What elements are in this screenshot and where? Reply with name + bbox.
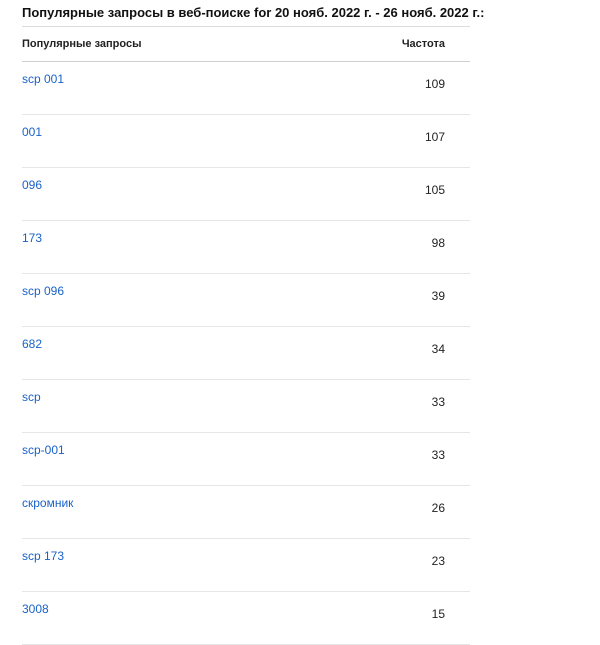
frequency-value: 105 xyxy=(362,167,470,221)
table-row: scp 173 23 xyxy=(22,538,470,592)
query-link[interactable]: 682 xyxy=(22,337,42,351)
query-link[interactable]: scp xyxy=(22,390,41,404)
panel-title: Популярные запросы в веб-поиске for 20 н… xyxy=(22,5,485,20)
frequency-value: 33 xyxy=(362,379,470,433)
table-header-row: Популярные запросы Частота xyxy=(22,26,470,62)
table-row: 173 98 xyxy=(22,220,470,274)
table-row: scp 001 109 xyxy=(22,61,470,115)
query-link[interactable]: скромник xyxy=(22,496,73,510)
query-link[interactable]: scp-001 xyxy=(22,443,65,457)
header-popular-queries: Популярные запросы xyxy=(22,26,362,62)
table-row: scp-001 33 xyxy=(22,432,470,486)
frequency-value: 33 xyxy=(362,432,470,486)
frequency-value: 15 xyxy=(362,591,470,645)
query-link[interactable]: 096 xyxy=(22,178,42,192)
query-link[interactable]: 3008 xyxy=(22,602,49,616)
table-row: 096 105 xyxy=(22,167,470,221)
table-row: scp 33 xyxy=(22,379,470,433)
frequency-value: 34 xyxy=(362,326,470,380)
query-link[interactable]: scp 001 xyxy=(22,72,64,86)
query-link[interactable]: 173 xyxy=(22,231,42,245)
popular-queries-panel: Популярные запросы в веб-поиске for 20 н… xyxy=(22,0,485,645)
frequency-value: 26 xyxy=(362,485,470,539)
frequency-value: 39 xyxy=(362,273,470,327)
frequency-value: 98 xyxy=(362,220,470,274)
table-row: 3008 15 xyxy=(22,591,470,645)
query-link[interactable]: 001 xyxy=(22,125,42,139)
table-row: scp 096 39 xyxy=(22,273,470,327)
query-link[interactable]: scp 173 xyxy=(22,549,64,563)
frequency-value: 109 xyxy=(362,61,470,115)
table-row: скромник 26 xyxy=(22,485,470,539)
header-frequency: Частота xyxy=(362,26,470,62)
popular-queries-table: Популярные запросы Частота scp 001 109 0… xyxy=(22,26,470,645)
table-row: 682 34 xyxy=(22,326,470,380)
table-row: 001 107 xyxy=(22,114,470,168)
frequency-value: 107 xyxy=(362,114,470,168)
frequency-value: 23 xyxy=(362,538,470,592)
query-link[interactable]: scp 096 xyxy=(22,284,64,298)
